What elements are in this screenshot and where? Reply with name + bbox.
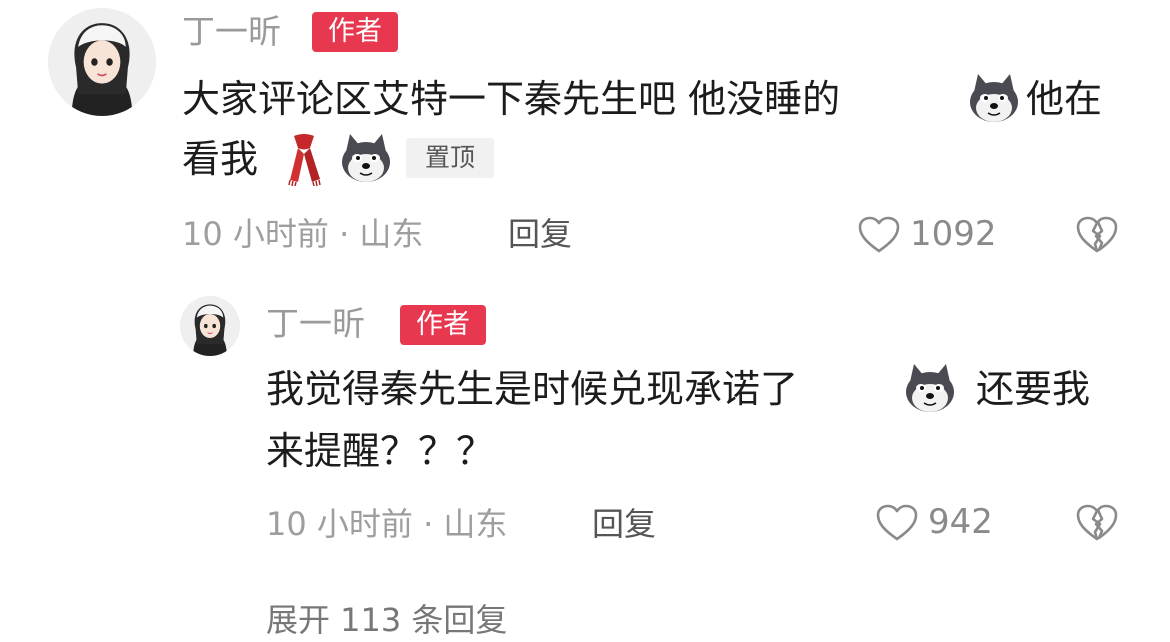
reply-text-line2: 来提醒？？？ (266, 429, 495, 473)
pinned-badge: 置顶 (406, 138, 494, 178)
like-count: 1092 (910, 214, 997, 254)
avatar[interactable] (180, 296, 240, 356)
reply-text-line1: 我觉得秦先生是时候兑现承诺了 (266, 367, 799, 411)
comment-time-location: 10 小时前 · 山东 (182, 215, 424, 253)
reply-time-location: 10 小时前 · 山东 (266, 505, 508, 543)
broken-heart-icon[interactable] (1076, 216, 1118, 254)
expand-replies-button[interactable]: 展开 113 条回复 (266, 598, 507, 642)
author-badge: 作者 (400, 305, 486, 345)
like-count: 942 (928, 502, 993, 542)
reply-text-tail: 还要我 (976, 367, 1091, 411)
red-scarf-emoji (284, 132, 324, 186)
heart-outline-icon[interactable] (876, 504, 918, 542)
husky-dog-emoji (902, 362, 958, 414)
comment-author[interactable]: 丁一昕 (182, 10, 281, 54)
comment-text-tail: 他在 (1026, 77, 1103, 121)
husky-dog-emoji (966, 72, 1022, 124)
reply-author[interactable]: 丁一昕 (266, 302, 365, 346)
husky-dog-emoji (338, 132, 394, 184)
broken-heart-icon[interactable] (1076, 504, 1118, 542)
expand-replies-label: 展开 113 条回复 (266, 601, 508, 639)
author-badge: 作者 (312, 12, 398, 52)
reply-button[interactable]: 回复 (508, 212, 572, 256)
avatar[interactable] (48, 8, 156, 116)
heart-outline-icon[interactable] (858, 216, 900, 254)
reply-button[interactable]: 回复 (592, 502, 656, 546)
comment-text-part1: 大家评论区艾特一下秦先生吧 他没睡的 (182, 77, 841, 121)
comment-text-line1: 大家评论区艾特一下秦先生吧 他没睡的 (182, 74, 840, 124)
comment-text-line2: 看我 (182, 137, 259, 181)
